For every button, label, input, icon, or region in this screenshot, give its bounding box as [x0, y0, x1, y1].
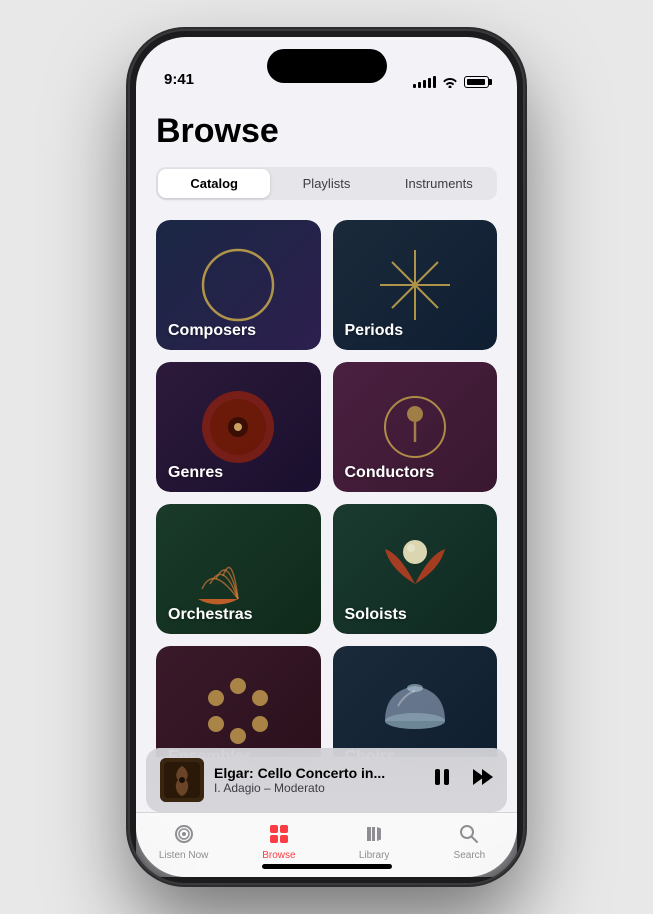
periods-label: Periods — [345, 322, 404, 340]
screen: 9:41 Browse — [136, 37, 517, 877]
now-playing-title: Elgar: Cello Concerto in... — [214, 765, 421, 781]
library-label: Library — [359, 850, 390, 861]
search-icon — [456, 821, 482, 847]
now-playing-info: Elgar: Cello Concerto in... I. Adagio – … — [214, 765, 421, 795]
orchestras-label: Orchestras — [168, 606, 253, 624]
grid-item-orchestras[interactable]: Orchestras — [156, 504, 321, 634]
conductors-label: Conductors — [345, 464, 435, 482]
pause-button[interactable] — [431, 766, 453, 794]
grid-item-periods[interactable]: Periods — [333, 220, 498, 350]
grid-item-conductors[interactable]: Conductors — [333, 362, 498, 492]
tab-listen-now[interactable]: Listen Now — [136, 821, 231, 861]
soloists-label: Soloists — [345, 606, 407, 624]
browse-icon — [266, 821, 292, 847]
ensembles-decoration — [156, 646, 321, 757]
grid-item-choirs[interactable]: Choirs — [333, 646, 498, 757]
main-content[interactable]: Browse Catalog Playlists Instruments — [136, 96, 517, 757]
phone-frame: 9:41 Browse — [130, 31, 523, 883]
tab-instruments[interactable]: Instruments — [383, 169, 495, 198]
search-label: Search — [454, 850, 486, 861]
tab-search[interactable]: Search — [422, 821, 517, 861]
choirs-decoration — [333, 646, 498, 757]
now-playing-controls — [431, 766, 493, 794]
skip-forward-button[interactable] — [471, 766, 493, 794]
page-title: Browse — [156, 112, 497, 151]
tab-library[interactable]: Library — [327, 821, 422, 861]
signal-bars-icon — [413, 76, 436, 88]
listen-now-label: Listen Now — [159, 850, 208, 861]
wifi-icon — [442, 76, 458, 88]
home-indicator — [262, 864, 392, 869]
grid-item-soloists[interactable]: Soloists — [333, 504, 498, 634]
segment-control: Catalog Playlists Instruments — [156, 167, 497, 200]
listen-now-icon — [171, 821, 197, 847]
tab-catalog[interactable]: Catalog — [158, 169, 270, 198]
library-icon — [361, 821, 387, 847]
tab-browse[interactable]: Browse — [231, 821, 326, 861]
album-art — [160, 758, 204, 802]
composers-label: Composers — [168, 322, 256, 340]
genres-label: Genres — [168, 464, 223, 482]
battery-icon — [464, 76, 489, 88]
grid-item-genres[interactable]: Genres — [156, 362, 321, 492]
grid-item-ensembles[interactable]: Ensembles — [156, 646, 321, 757]
tab-playlists[interactable]: Playlists — [270, 169, 382, 198]
status-icons — [413, 76, 489, 88]
now-playing-subtitle: I. Adagio – Moderato — [214, 781, 421, 795]
grid-item-composers[interactable]: Composers — [156, 220, 321, 350]
dynamic-island — [267, 49, 387, 83]
browse-label: Browse — [262, 850, 295, 861]
now-playing-bar[interactable]: Elgar: Cello Concerto in... I. Adagio – … — [146, 748, 507, 812]
browse-grid: Composers — [156, 220, 497, 757]
